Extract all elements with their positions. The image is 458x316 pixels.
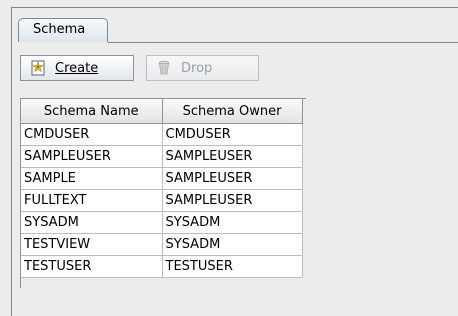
- table-row[interactable]: TESTUSER TESTUSER: [21, 255, 303, 278]
- new-star-icon: [29, 59, 47, 77]
- schema-name-cell[interactable]: SAMPLE: [21, 167, 163, 190]
- table-row[interactable]: FULLTEXT SAMPLEUSER: [21, 189, 303, 212]
- schema-name-cell[interactable]: SYSADM: [21, 211, 163, 234]
- table-row[interactable]: CMDUSER CMDUSER: [21, 123, 303, 146]
- column-header-schema-name[interactable]: Schema Name: [21, 99, 163, 124]
- schema-table: Schema Name Schema Owner CMDUSER CMDUSER…: [21, 99, 303, 278]
- tab-schema[interactable]: Schema: [18, 18, 108, 42]
- table-row[interactable]: SYSADM SYSADM: [21, 211, 303, 234]
- table-row[interactable]: TESTVIEW SYSADM: [21, 233, 303, 256]
- schema-owner-cell[interactable]: SAMPLEUSER: [162, 145, 303, 168]
- table-row[interactable]: SAMPLEUSER SAMPLEUSER: [21, 145, 303, 168]
- tab-baseline: [108, 42, 458, 43]
- create-button[interactable]: Create: [20, 55, 134, 81]
- table-row[interactable]: SAMPLE SAMPLEUSER: [21, 167, 303, 190]
- column-header-schema-owner[interactable]: Schema Owner: [162, 99, 303, 124]
- schema-name-cell[interactable]: CMDUSER: [21, 123, 163, 146]
- create-button-label: Create: [55, 60, 99, 76]
- schema-owner-cell[interactable]: SYSADM: [162, 233, 303, 256]
- trash-bin-icon: [155, 59, 173, 77]
- table-header-row: Schema Name Schema Owner: [21, 99, 303, 124]
- schema-owner-cell[interactable]: SAMPLEUSER: [162, 167, 303, 190]
- schema-owner-cell[interactable]: SAMPLEUSER: [162, 189, 303, 212]
- schema-name-cell[interactable]: SAMPLEUSER: [21, 145, 163, 168]
- schema-owner-cell[interactable]: SYSADM: [162, 211, 303, 234]
- schema-name-cell[interactable]: TESTUSER: [21, 255, 163, 278]
- schema-table-container: Schema Name Schema Owner CMDUSER CMDUSER…: [20, 98, 306, 288]
- tab-schema-label: Schema: [33, 22, 86, 37]
- drop-button-label: Drop: [181, 60, 213, 76]
- schema-name-cell[interactable]: FULLTEXT: [21, 189, 163, 212]
- drop-button[interactable]: Drop: [146, 55, 259, 81]
- tab-strip: Schema: [12, 8, 458, 43]
- schema-owner-cell[interactable]: TESTUSER: [162, 255, 303, 278]
- schema-owner-cell[interactable]: CMDUSER: [162, 123, 303, 146]
- schema-name-cell[interactable]: TESTVIEW: [21, 233, 163, 256]
